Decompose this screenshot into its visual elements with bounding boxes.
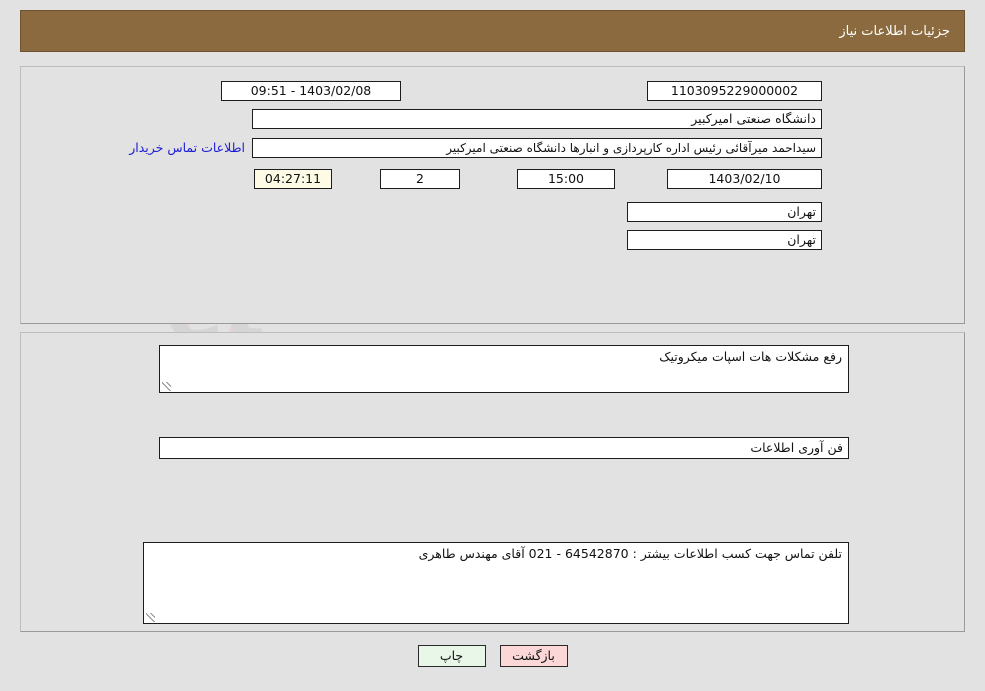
- buyer-org-value: دانشگاه صنعتی امیرکبیر: [252, 109, 822, 129]
- window-title-bar: جزئیات اطلاعات نیاز: [20, 10, 965, 52]
- deadline-time-value: 15:00: [517, 169, 615, 189]
- buyer-notes-textarea[interactable]: تلفن تماس جهت کسب اطلاعات بیشتر : 645428…: [143, 542, 849, 624]
- print-button[interactable]: چاپ: [417, 645, 486, 667]
- deadline-date-value: 1403/02/10: [667, 169, 822, 189]
- page-title: جزئیات اطلاعات نیاز: [839, 23, 950, 39]
- need-desc-textarea[interactable]: رفع مشکلات هات اسپات میکروتیک: [159, 345, 849, 393]
- back-button[interactable]: بازگشت: [499, 645, 568, 667]
- province-value: تهران: [627, 202, 822, 222]
- need-number-value: 1103095229000002: [647, 81, 822, 101]
- countdown-timer-value: 04:27:11: [254, 169, 332, 189]
- remaining-days-value: 2: [380, 169, 460, 189]
- action-buttons: بازگشت چاپ: [0, 645, 985, 667]
- creator-value: سیداحمد میرآقائی رئیس اداره کارپردازی و …: [252, 138, 822, 158]
- announce-date-value: 1403/02/08 - 09:51: [221, 81, 401, 101]
- need-info-panel: [20, 66, 965, 324]
- service-group-value: فن آوری اطلاعات: [159, 437, 849, 459]
- city-value: تهران: [627, 230, 822, 250]
- page-root: ArtaTender.net جزئیات اطلاعات نیاز شماره…: [0, 0, 985, 691]
- buyer-contact-link[interactable]: اطلاعات تماس خریدار: [129, 140, 245, 155]
